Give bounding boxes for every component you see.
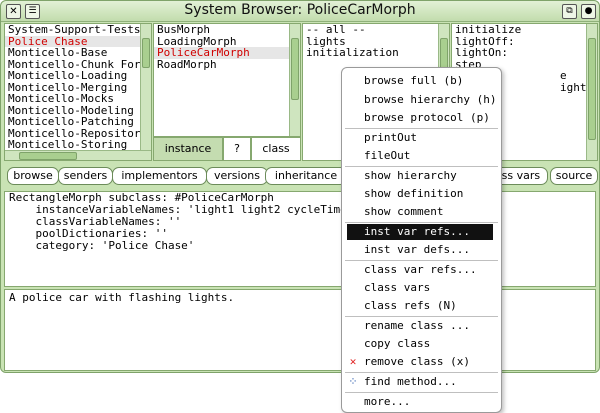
menu-item-show-hierarchy[interactable]: show hierarchy bbox=[342, 168, 501, 184]
versions-button[interactable]: versions bbox=[206, 167, 268, 185]
title-bar[interactable]: ✕ ☰ System Browser: PoliceCarMorph ⧉ ● bbox=[1, 1, 599, 22]
list-item[interactable]: Monticello-Base bbox=[5, 47, 151, 59]
menu-separator bbox=[345, 166, 498, 167]
menu-item-print-out[interactable]: printOut bbox=[342, 130, 501, 146]
menu-item-label: find method... bbox=[364, 375, 457, 388]
method-vertical-scrollbar[interactable] bbox=[586, 24, 597, 160]
menu-item-show-comment[interactable]: show comment bbox=[342, 204, 501, 220]
scroll-thumb[interactable] bbox=[291, 38, 299, 100]
class-list[interactable]: BusMorph LoadingMorph PoliceCarMorph Roa… bbox=[153, 23, 301, 137]
system-browser-window: ✕ ☰ System Browser: PoliceCarMorph ⧉ ● S… bbox=[0, 0, 600, 373]
menu-item-remove-class[interactable]: ✕ remove class (x) bbox=[342, 354, 501, 370]
list-item[interactable]: Monticello-Patching bbox=[5, 116, 151, 128]
collapse-button[interactable]: ⧉ bbox=[562, 4, 577, 19]
menu-separator bbox=[345, 372, 498, 373]
menu-separator bbox=[345, 392, 498, 393]
menu-separator bbox=[345, 316, 498, 317]
list-item[interactable]: -- all -- bbox=[303, 24, 449, 36]
class-comment-pane[interactable]: A police car with flashing lights. bbox=[4, 289, 596, 371]
class-vertical-scrollbar[interactable] bbox=[289, 24, 300, 136]
inheritance-button[interactable]: inheritance bbox=[265, 167, 347, 185]
remove-icon: ✕ bbox=[349, 355, 357, 368]
list-item-selected[interactable]: PoliceCarMorph bbox=[154, 47, 300, 59]
expand-icon: ● bbox=[584, 6, 593, 16]
menu-item-class-refs[interactable]: class refs (N) bbox=[342, 298, 501, 314]
list-item[interactable]: initialize bbox=[452, 24, 597, 36]
find-method-icon: ⁘ bbox=[348, 375, 358, 388]
menu-separator bbox=[345, 128, 498, 129]
instance-switch[interactable]: instance bbox=[153, 137, 223, 161]
list-item[interactable]: System-Support-Tests bbox=[5, 24, 151, 36]
scroll-thumb[interactable] bbox=[142, 38, 150, 68]
menu-item-class-vars[interactable]: class vars bbox=[342, 280, 501, 296]
menu-separator bbox=[345, 222, 498, 223]
list-item[interactable]: Monticello-Mocks bbox=[5, 93, 151, 105]
code-pane[interactable]: RectangleMorph subclass: #PoliceCarMorph… bbox=[4, 191, 596, 287]
list-item[interactable]: initialization bbox=[303, 47, 449, 59]
window-title: System Browser: PoliceCarMorph bbox=[184, 2, 416, 18]
menu-item-rename-class[interactable]: rename class ... bbox=[342, 318, 501, 334]
category-horizontal-scrollbar[interactable] bbox=[5, 150, 151, 160]
menu-item-more[interactable]: more... bbox=[342, 394, 501, 410]
browse-button[interactable]: browse bbox=[7, 167, 59, 185]
menu-item-browse-hierarchy[interactable]: browse hierarchy (h) bbox=[342, 92, 501, 108]
menu-item-class-var-refs[interactable]: class var refs... bbox=[342, 262, 501, 278]
menu-separator bbox=[345, 260, 498, 261]
category-list[interactable]: System-Support-Tests Police Chase Montic… bbox=[4, 23, 152, 161]
implementors-button[interactable]: implementors bbox=[112, 167, 207, 185]
list-item[interactable]: BusMorph bbox=[154, 24, 300, 36]
menu-item-find-method[interactable]: ⁘ find method... bbox=[342, 374, 501, 390]
menu-item-browse-full[interactable]: browse full (b) bbox=[342, 73, 501, 89]
list-item[interactable]: lightOn: bbox=[452, 47, 597, 59]
menu-item-copy-class[interactable]: copy class bbox=[342, 336, 501, 352]
scroll-thumb[interactable] bbox=[588, 38, 596, 140]
senders-button[interactable]: senders bbox=[58, 167, 113, 185]
list-item[interactable]: Monticello-Storing bbox=[5, 139, 151, 151]
menu-item-show-definition[interactable]: show definition bbox=[342, 186, 501, 202]
class-context-menu[interactable]: browse full (b) browse hierarchy (h) bro… bbox=[341, 67, 502, 413]
expand-button[interactable]: ● bbox=[581, 4, 596, 19]
menu-item-inst-var-refs[interactable]: inst var refs... bbox=[347, 224, 493, 240]
code-line: category: 'Police Chase' bbox=[9, 239, 195, 252]
category-vertical-scrollbar[interactable] bbox=[140, 24, 151, 150]
class-switch[interactable]: class bbox=[251, 137, 301, 161]
collapse-icon: ⧉ bbox=[566, 6, 573, 16]
help-switch[interactable]: ? bbox=[223, 137, 251, 161]
menu-item-label: remove class (x) bbox=[364, 355, 470, 368]
menu-item-file-out[interactable]: fileOut bbox=[342, 148, 501, 164]
menu-item-browse-protocol[interactable]: browse protocol (p) bbox=[342, 110, 501, 126]
menu-item-inst-var-defs[interactable]: inst var defs... bbox=[342, 242, 501, 258]
list-item[interactable]: Monticello-Loading bbox=[5, 70, 151, 82]
class-comment-text: A police car with flashing lights. bbox=[9, 291, 235, 304]
list-item[interactable]: RoadMorph bbox=[154, 58, 300, 71]
scroll-thumb[interactable] bbox=[19, 152, 77, 160]
source-button[interactable]: source bbox=[550, 167, 598, 185]
